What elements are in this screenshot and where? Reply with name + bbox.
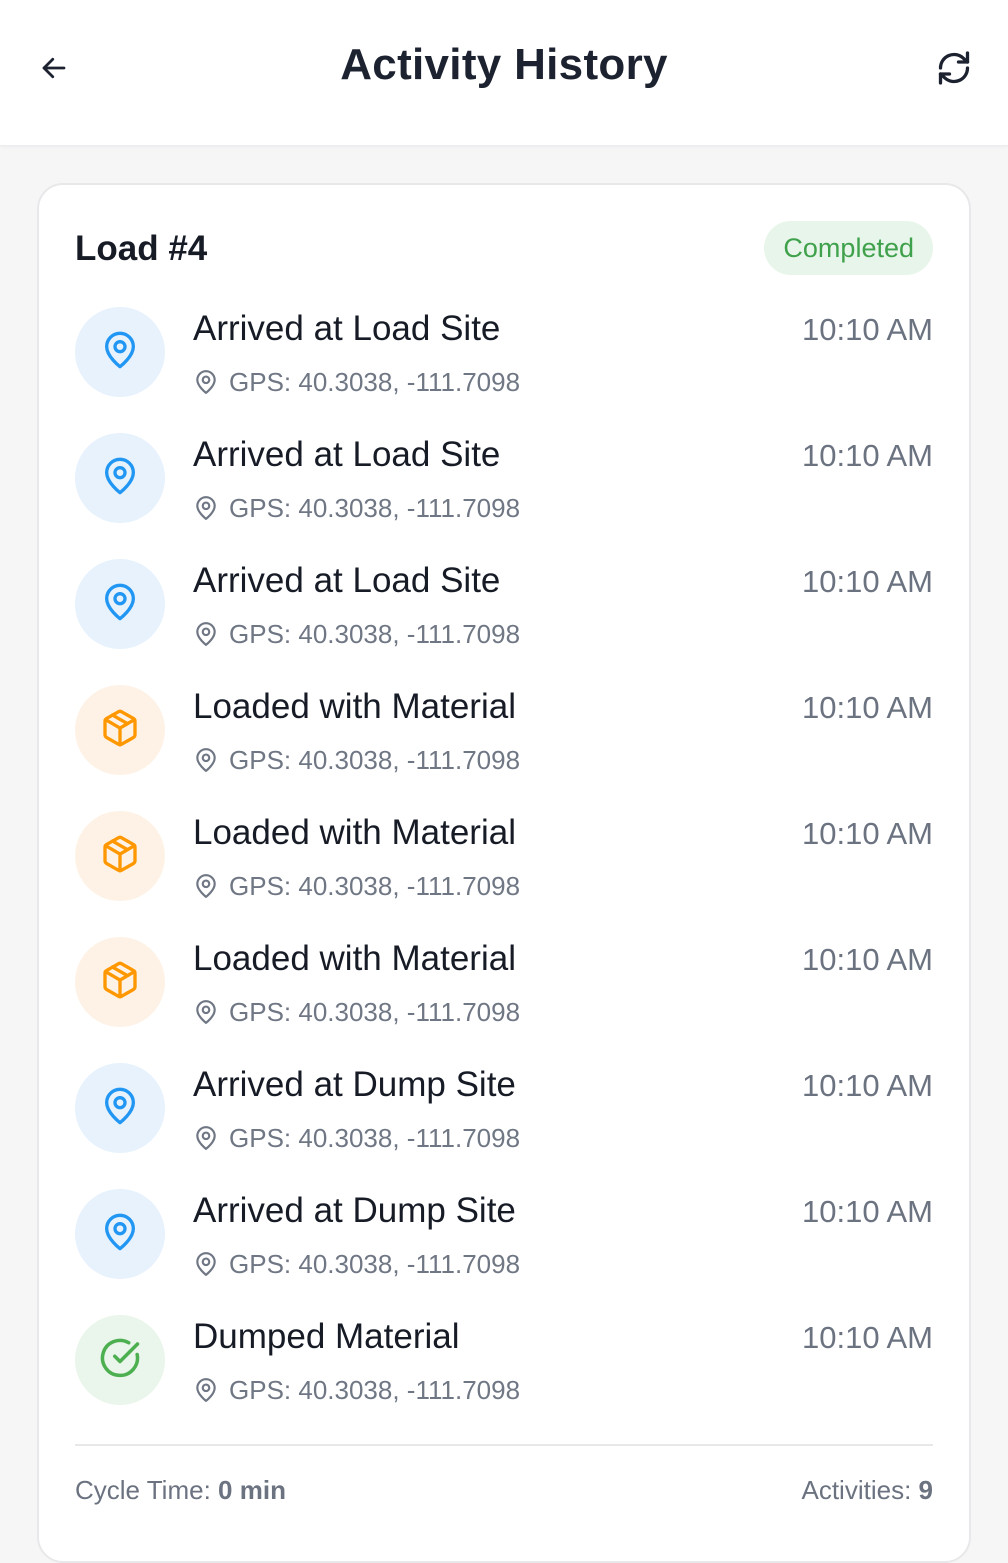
activities-count: Activities: 9	[801, 1475, 933, 1506]
gps-coordinates: GPS: 40.3038, -111.7098	[229, 366, 521, 397]
location-icon	[193, 873, 219, 899]
location-icon	[193, 495, 219, 521]
app-bar: Activity History	[0, 0, 1008, 146]
gps-row: GPS: 40.3038, -111.7098	[193, 1121, 520, 1155]
map-pin-icon	[100, 582, 140, 627]
activity-icon-badge	[75, 559, 165, 649]
gps-coordinates: GPS: 40.3038, -111.7098	[229, 744, 521, 775]
activity-title: Arrived at Dump Site	[193, 1065, 516, 1104]
location-icon	[193, 747, 219, 773]
box-icon	[100, 708, 140, 753]
gps-row: GPS: 40.3038, -111.7098	[193, 617, 520, 651]
activity-icon-badge	[75, 307, 165, 397]
map-pin-icon	[100, 1212, 140, 1257]
status-badge: Completed	[764, 221, 933, 275]
refresh-icon	[936, 50, 972, 91]
activity-title: Dumped Material	[193, 1317, 460, 1356]
gps-row: GPS: 40.3038, -111.7098	[193, 1373, 520, 1407]
gps-coordinates: GPS: 40.3038, -111.7098	[229, 492, 521, 523]
check-circle-icon	[99, 1337, 141, 1384]
activity-item[interactable]: Dumped Material 10:10 AM GPS: 40.3038, -…	[75, 1315, 933, 1441]
activity-icon-badge	[75, 937, 165, 1027]
activity-icon-badge	[75, 1315, 165, 1405]
gps-coordinates: GPS: 40.3038, -111.7098	[229, 1374, 521, 1405]
load-title: Load #4	[75, 229, 208, 268]
activity-item[interactable]: Arrived at Load Site 10:10 AM GPS: 40.30…	[75, 433, 933, 559]
activity-icon-badge	[75, 811, 165, 901]
gps-row: GPS: 40.3038, -111.7098	[193, 869, 520, 903]
gps-coordinates: GPS: 40.3038, -111.7098	[229, 1248, 521, 1279]
activity-time: 10:10 AM	[802, 438, 933, 473]
location-icon	[193, 369, 219, 395]
gps-row: GPS: 40.3038, -111.7098	[193, 491, 520, 525]
gps-row: GPS: 40.3038, -111.7098	[193, 1247, 520, 1281]
activities-count-value: 9	[918, 1475, 933, 1505]
activity-title: Arrived at Load Site	[193, 435, 501, 474]
activity-item[interactable]: Loaded with Material 10:10 AM GPS: 40.30…	[75, 937, 933, 1063]
location-icon	[193, 999, 219, 1025]
map-pin-icon	[100, 456, 140, 501]
activity-item[interactable]: Loaded with Material 10:10 AM GPS: 40.30…	[75, 811, 933, 937]
activity-time: 10:10 AM	[802, 690, 933, 725]
activity-item[interactable]: Arrived at Dump Site 10:10 AM GPS: 40.30…	[75, 1063, 933, 1189]
cycle-time: Cycle Time: 0 min	[75, 1475, 286, 1506]
activity-title: Arrived at Dump Site	[193, 1191, 516, 1230]
gps-coordinates: GPS: 40.3038, -111.7098	[229, 618, 521, 649]
activity-icon-badge	[75, 1189, 165, 1279]
activity-list: Arrived at Load Site 10:10 AM GPS: 40.30…	[75, 307, 933, 1441]
activity-time: 10:10 AM	[802, 312, 933, 347]
divider	[75, 1444, 933, 1446]
map-pin-icon	[100, 330, 140, 375]
box-icon	[100, 960, 140, 1005]
page-title: Activity History	[340, 40, 668, 89]
gps-row: GPS: 40.3038, -111.7098	[193, 365, 520, 399]
activity-title: Arrived at Load Site	[193, 309, 501, 348]
activity-time: 10:10 AM	[802, 1068, 933, 1103]
location-icon	[193, 1377, 219, 1403]
load-card-header: Load #4 Completed	[75, 221, 933, 277]
location-icon	[193, 1251, 219, 1277]
activity-title: Loaded with Material	[193, 939, 516, 978]
activity-time: 10:10 AM	[802, 816, 933, 851]
activity-item[interactable]: Arrived at Load Site 10:10 AM GPS: 40.30…	[75, 307, 933, 433]
gps-row: GPS: 40.3038, -111.7098	[193, 743, 520, 777]
activity-time: 10:10 AM	[802, 564, 933, 599]
cycle-time-value: 0 min	[218, 1475, 286, 1505]
activity-item[interactable]: Loaded with Material 10:10 AM GPS: 40.30…	[75, 685, 933, 811]
map-pin-icon	[100, 1086, 140, 1131]
activity-time: 10:10 AM	[802, 1320, 933, 1355]
gps-coordinates: GPS: 40.3038, -111.7098	[229, 870, 521, 901]
box-icon	[100, 834, 140, 879]
load-card: Load #4 Completed Arrived at Load Site 1…	[37, 183, 971, 1563]
activity-time: 10:10 AM	[802, 942, 933, 977]
activity-title: Loaded with Material	[193, 687, 516, 726]
activity-item[interactable]: Arrived at Load Site 10:10 AM GPS: 40.30…	[75, 559, 933, 685]
activity-title: Loaded with Material	[193, 813, 516, 852]
load-card-footer: Cycle Time: 0 min Activities: 9	[75, 1475, 933, 1511]
activity-item[interactable]: Arrived at Dump Site 10:10 AM GPS: 40.30…	[75, 1189, 933, 1315]
activity-title: Arrived at Load Site	[193, 561, 501, 600]
location-icon	[193, 621, 219, 647]
activity-icon-badge	[75, 685, 165, 775]
activity-icon-badge	[75, 1063, 165, 1153]
gps-coordinates: GPS: 40.3038, -111.7098	[229, 1122, 521, 1153]
cycle-time-label: Cycle Time:	[75, 1475, 211, 1505]
location-icon	[193, 1125, 219, 1151]
activity-icon-badge	[75, 433, 165, 523]
refresh-button[interactable]	[928, 46, 980, 94]
activity-time: 10:10 AM	[802, 1194, 933, 1229]
gps-coordinates: GPS: 40.3038, -111.7098	[229, 996, 521, 1027]
activities-count-label: Activities:	[801, 1475, 912, 1505]
gps-row: GPS: 40.3038, -111.7098	[193, 995, 520, 1029]
